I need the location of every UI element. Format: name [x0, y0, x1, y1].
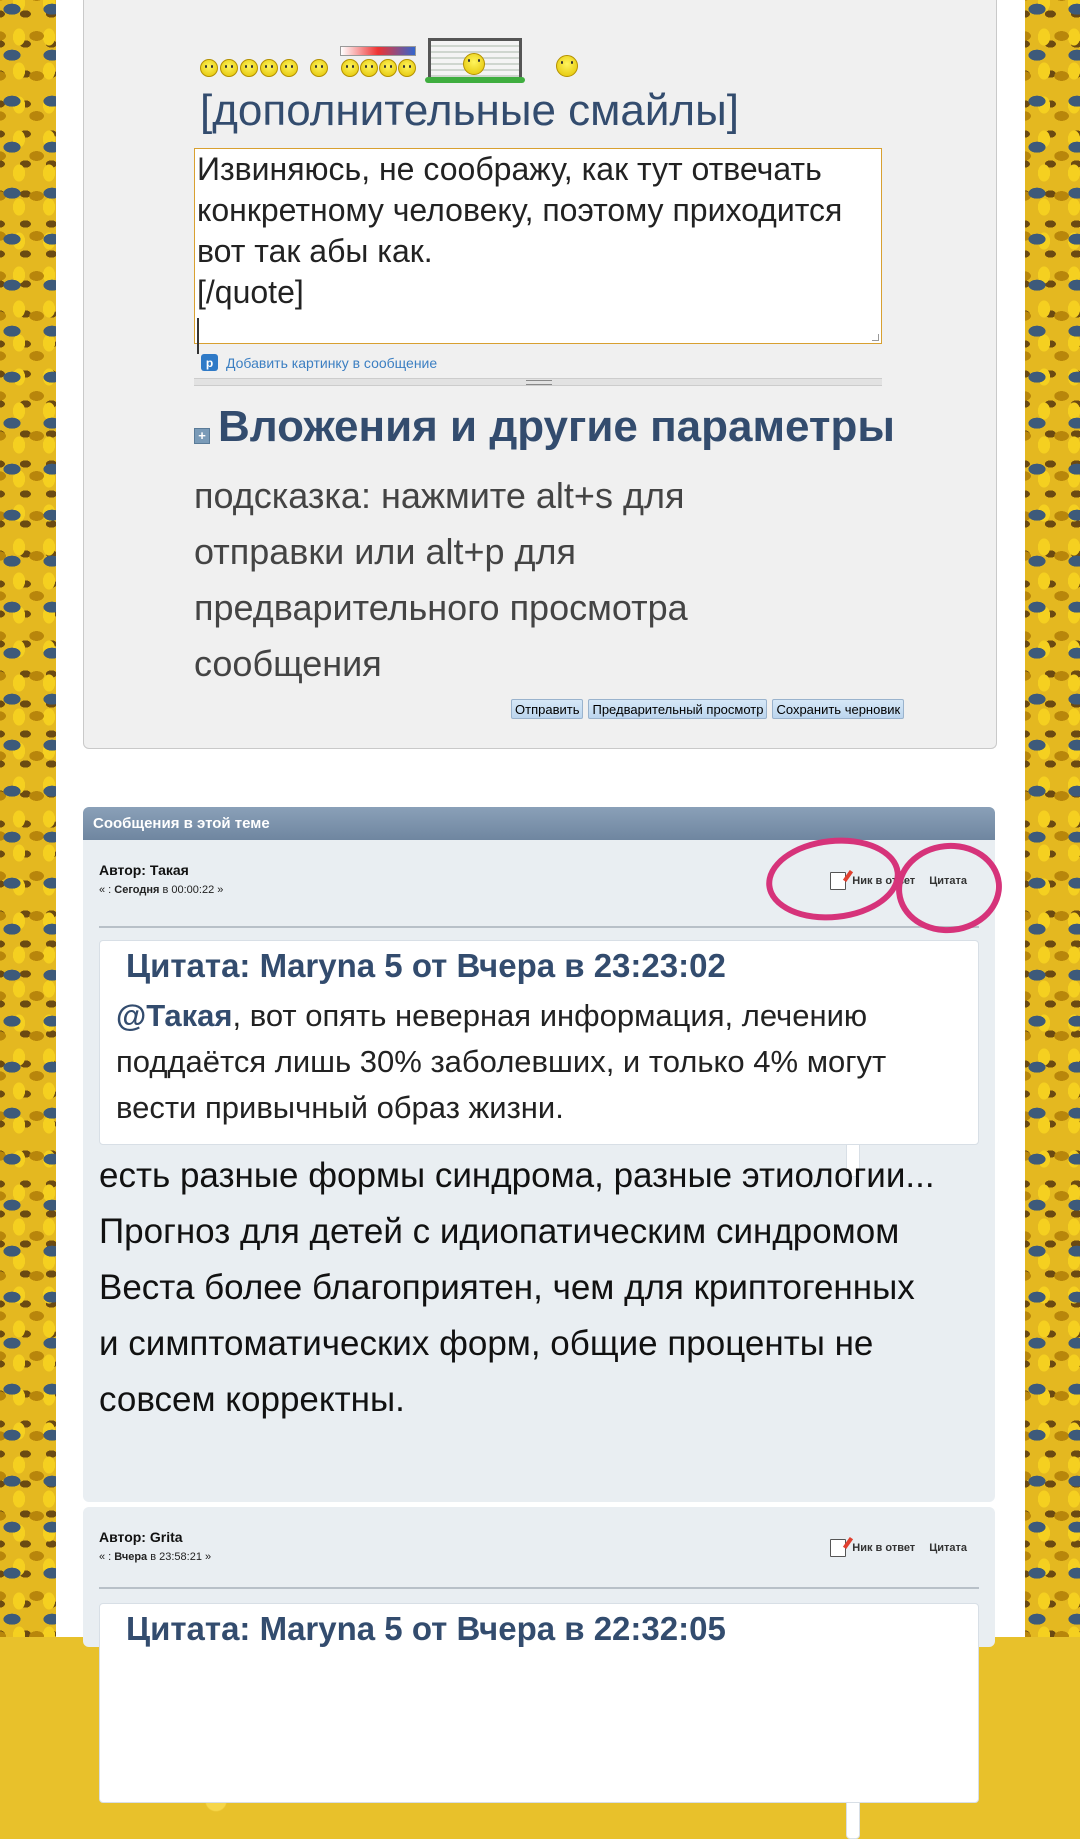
quoted-message: Цитата: Maryna 5 от Вчера в 23:23:02 @Та… — [99, 940, 979, 1145]
topic-messages-header: Сообщения в этой теме — [83, 807, 995, 840]
left-leaf-border — [0, 0, 56, 1637]
post-separator — [99, 1587, 979, 1589]
goalkeeper-smiley-icon[interactable] — [425, 38, 525, 83]
message-textarea[interactable]: Извиняюсь, не соображу, как тут отвечать… — [194, 148, 882, 354]
quoted-message: Цитата: Maryna 5 от Вчера в 22:32:05 — [99, 1603, 979, 1803]
dancing-smileys-icon[interactable] — [200, 59, 298, 77]
reply-form: [дополнительные смайлы] Извиняюсь, не со… — [83, 0, 997, 749]
post-date: « : Вчера в 23:58:21 » — [99, 1551, 212, 1563]
page-content: [дополнительные смайлы] Извиняюсь, не со… — [56, 0, 1025, 1839]
post-body: есть разные формы синдрома, разные этиол… — [99, 1156, 935, 1419]
post: Автор: Такая « : Сегодня в 00:00:22 » Ни… — [83, 840, 995, 1502]
preview-button[interactable]: Предварительный просмотр — [588, 699, 768, 719]
quote-header[interactable]: Цитата: Maryna 5 от Вчера в 22:32:05 — [126, 1610, 726, 1648]
football-smiley-icon[interactable] — [310, 59, 328, 77]
quote-text: @Такая, вот опять неверная информация, л… — [116, 998, 887, 1125]
quote-header[interactable]: Цитата: Maryna 5 от Вчера в 23:23:02 — [126, 947, 726, 985]
image-upload-icon: p — [201, 354, 218, 371]
quote-button[interactable]: Цитата — [846, 1539, 967, 1839]
post-separator — [99, 926, 979, 928]
attachments-toggle[interactable]: + Вложения и другие параметры — [194, 402, 895, 452]
thinking-smiley-icon[interactable] — [556, 55, 578, 77]
fans-smiley-icon[interactable] — [340, 46, 416, 77]
textarea-resize-handle[interactable] — [194, 378, 882, 386]
right-leaf-border — [1025, 0, 1080, 1637]
form-buttons: Отправить Предварительный просмотр Сохра… — [511, 699, 905, 719]
post-author[interactable]: Автор: Grita — [99, 1529, 183, 1545]
nick-reply-icon — [830, 1539, 847, 1557]
keyboard-hint: подсказка: нажмите alt+s для отправки ил… — [194, 475, 688, 684]
resize-grip-icon[interactable] — [872, 334, 879, 341]
expand-plus-icon[interactable]: + — [194, 428, 210, 444]
post: Автор: Grita « : Вчера в 23:58:21 » Ник … — [83, 1507, 995, 1839]
post-author[interactable]: Автор: Такая — [99, 862, 189, 878]
nick-reply-button[interactable]: Ник в ответ — [830, 1539, 915, 1557]
more-smileys-link[interactable]: [дополнительные смайлы] — [200, 86, 739, 136]
message-text: Извиняюсь, не соображу, как тут отвечать… — [197, 151, 843, 310]
add-image-link[interactable]: p Добавить картинку в сообщение — [201, 354, 437, 371]
user-mention[interactable]: @Такая — [116, 998, 232, 1033]
smiley-row — [200, 38, 578, 83]
attachments-title[interactable]: Вложения и другие параметры — [218, 402, 895, 452]
send-button[interactable]: Отправить — [511, 699, 584, 719]
save-draft-button[interactable]: Сохранить черновик — [772, 699, 905, 719]
text-cursor — [197, 317, 199, 354]
post-actions: Ник в ответ Цитата — [830, 1539, 967, 1839]
add-image-label: Добавить картинку в сообщение — [226, 354, 438, 371]
post-date: « : Сегодня в 00:00:22 » — [99, 884, 224, 896]
